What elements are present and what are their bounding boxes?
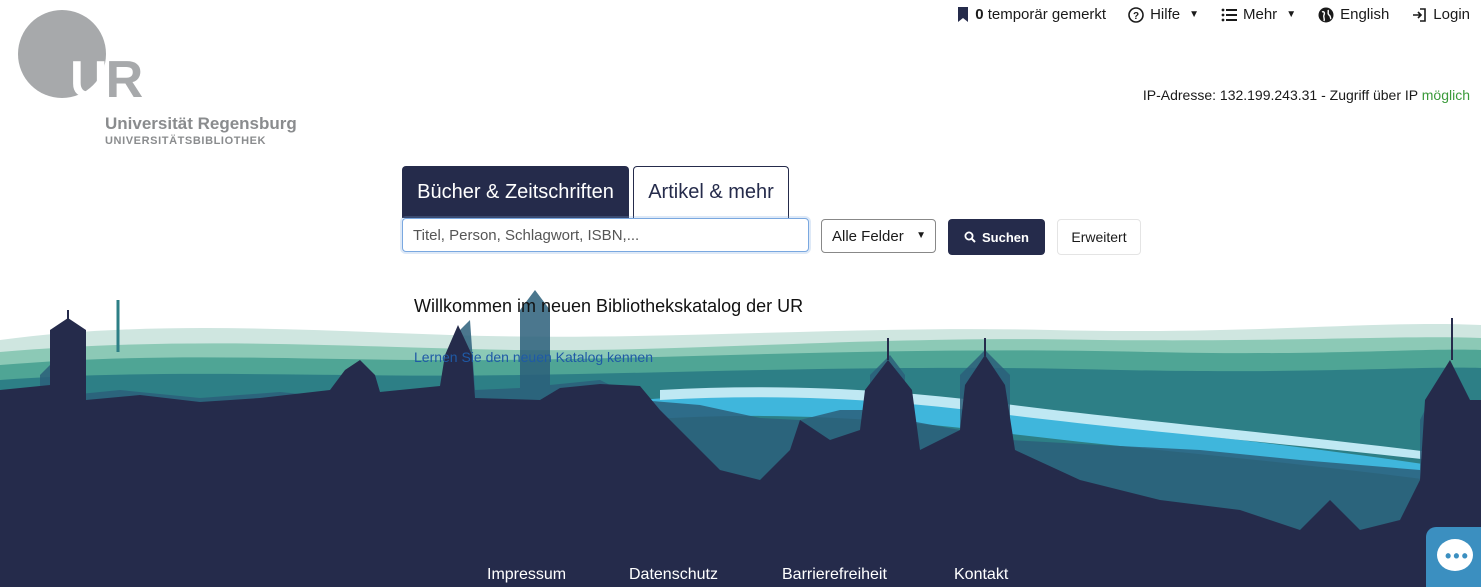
search-button-label: Suchen bbox=[982, 229, 1029, 245]
welcome-heading: Willkommen im neuen Bibliothekskatalog d… bbox=[414, 296, 804, 316]
advanced-search-button[interactable]: Erweitert bbox=[1057, 219, 1141, 255]
logo-library-name: UNIVERSITÄTSBIBLIOTHEK bbox=[105, 135, 267, 147]
chevron-down-icon: ▼ bbox=[916, 230, 926, 241]
search-icon bbox=[964, 231, 976, 243]
tab-books-journals[interactable]: Bücher & Zeitschriften bbox=[402, 166, 629, 218]
chevron-down-icon: ▼ bbox=[1189, 9, 1199, 20]
help-menu[interactable]: ? Hilfe ▼ bbox=[1128, 6, 1199, 23]
list-icon bbox=[1221, 8, 1237, 21]
language-label: English bbox=[1340, 6, 1390, 23]
logo-university-name: Universität Regensburg bbox=[105, 114, 297, 133]
login-link[interactable]: Login bbox=[1411, 6, 1470, 23]
search-button[interactable]: Suchen bbox=[948, 219, 1045, 255]
top-navigation: 0 temporär gemerkt ? Hilfe ▼ Mehr ▼ Engl… bbox=[935, 6, 1470, 23]
chat-dots: ••• bbox=[1445, 546, 1470, 566]
footer-link-accessibility[interactable]: Barrierefreiheit bbox=[782, 566, 887, 584]
bookmark-icon bbox=[958, 7, 969, 22]
search-tabs: Bücher & Zeitschriften Artikel & mehr bbox=[402, 166, 789, 218]
more-label: Mehr bbox=[1243, 6, 1278, 23]
ip-address-text: IP-Adresse: 132.199.243.31 - Zugriff übe… bbox=[1142, 87, 1418, 103]
help-circle-icon: ? bbox=[1128, 6, 1144, 23]
footer-link-impressum[interactable]: Impressum bbox=[487, 566, 566, 584]
more-menu[interactable]: Mehr ▼ bbox=[1221, 6, 1296, 23]
ip-access-status: möglich bbox=[1421, 87, 1470, 103]
chevron-down-icon: ▼ bbox=[1286, 9, 1297, 20]
ip-access-info: IP-Adresse: 132.199.243.31 - Zugriff übe… bbox=[1143, 87, 1470, 103]
chat-widget-button[interactable]: ••• bbox=[1426, 527, 1481, 587]
search-input[interactable] bbox=[402, 218, 809, 252]
search-field-select[interactable]: Alle Felder ▼ bbox=[821, 219, 936, 253]
saved-count: 0 bbox=[975, 6, 984, 23]
help-label: Hilfe bbox=[1150, 6, 1181, 23]
login-icon bbox=[1413, 7, 1427, 22]
footer-link-contact[interactable]: Kontakt bbox=[954, 566, 1008, 584]
login-label: Login bbox=[1433, 6, 1470, 23]
intro-catalog-link[interactable]: Lernen Sie den neuen Katalog kennen bbox=[414, 349, 653, 365]
university-logo[interactable]: UR Universität Regensburg UNIVERSITÄTSBI… bbox=[18, 10, 298, 150]
saved-items-link[interactable]: 0 temporär gemerkt bbox=[957, 6, 1106, 23]
footer-link-privacy[interactable]: Datenschutz bbox=[629, 566, 718, 584]
language-switch[interactable]: English bbox=[1318, 6, 1389, 23]
search-field-value: Alle Felder bbox=[832, 227, 904, 245]
tab-articles-more[interactable]: Artikel & mehr bbox=[633, 166, 789, 218]
svg-text:?: ? bbox=[1133, 11, 1139, 22]
logo-letters: UR bbox=[70, 51, 143, 109]
saved-label: temporär gemerkt bbox=[987, 6, 1107, 23]
city-skyline-illustration bbox=[0, 290, 1481, 587]
globe-icon bbox=[1318, 7, 1334, 22]
